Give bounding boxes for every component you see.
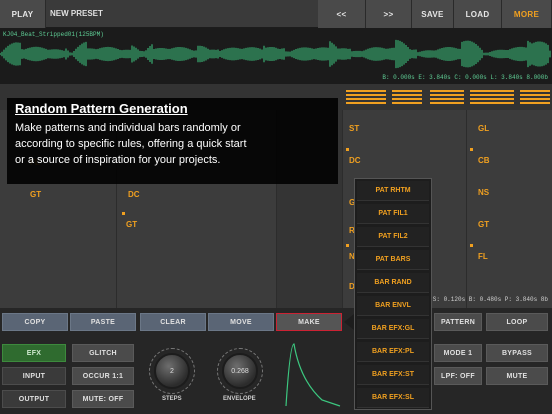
- pattern-button[interactable]: PATTERN: [434, 313, 482, 331]
- cell-marker: [346, 148, 349, 151]
- save-button[interactable]: SAVE: [412, 0, 454, 28]
- make-popup-menu: PAT RHTM PAT FIL1 PAT FIL2 PAT BARS BAR …: [354, 178, 432, 410]
- occur-button[interactable]: OCCUR 1:1: [72, 367, 134, 385]
- prev-preset-button[interactable]: <<: [318, 0, 366, 28]
- load-button[interactable]: LOAD: [454, 0, 502, 28]
- top-toolbar: PLAY NEW PRESET << >> SAVE LOAD MORE: [0, 0, 552, 28]
- glitch-button[interactable]: GLITCH: [72, 344, 134, 362]
- step-block[interactable]: [470, 90, 514, 104]
- mode-button[interactable]: MODE 1: [434, 344, 482, 362]
- cell-marker: [122, 212, 125, 215]
- grid-cell-label[interactable]: GT: [30, 190, 41, 199]
- mute-button[interactable]: MUTE: [486, 367, 548, 385]
- steps-label: STEPS: [162, 396, 182, 402]
- envelope-knob[interactable]: 0.268: [222, 353, 258, 389]
- grid-cell-label[interactable]: CB: [478, 156, 490, 165]
- callout-line: according to specific rules, offering a …: [15, 138, 247, 150]
- step-block[interactable]: [430, 90, 464, 104]
- callout-title: Random Pattern Generation: [15, 101, 188, 116]
- waveform-markers: B: 0.000s E: 3.840s C: 0.000s L: 3.840s …: [382, 74, 548, 81]
- cell-marker: [470, 244, 473, 247]
- menu-item-bar-efx-sl[interactable]: BAR EFX:SL: [357, 388, 429, 408]
- grid-column: [466, 110, 552, 308]
- more-button[interactable]: MORE: [502, 0, 552, 28]
- menu-item-pat-bars[interactable]: PAT BARS: [357, 250, 429, 270]
- sample-file-label: KJ04_Beat_Stripped01(125BPM): [3, 31, 104, 38]
- waveform-graphic: [0, 39, 551, 69]
- feature-callout: Random Pattern Generation Make patterns …: [7, 98, 338, 184]
- grid-cell-label[interactable]: GT: [126, 220, 137, 229]
- menu-pointer: [344, 314, 354, 330]
- grid-cell-label[interactable]: NS: [478, 188, 489, 197]
- menu-item-bar-envl[interactable]: BAR ENVL: [357, 296, 429, 316]
- grid-cell-label[interactable]: GL: [478, 124, 489, 133]
- playback-info: S: 0.120s B: 0.480s P: 3.840s 8b: [432, 296, 548, 303]
- loop-button[interactable]: LOOP: [486, 313, 548, 331]
- grid-cell-label[interactable]: FL: [478, 252, 488, 261]
- menu-item-pat-fil2[interactable]: PAT FIL2: [357, 227, 429, 247]
- lpf-button[interactable]: LPF: OFF: [434, 367, 482, 385]
- paste-button[interactable]: PASTE: [70, 313, 136, 331]
- envelope-curve: [285, 343, 341, 407]
- waveform-display[interactable]: KJ04_Beat_Stripped01(125BPM) B: 0.000s E…: [0, 28, 552, 84]
- steps-knob[interactable]: 2: [154, 353, 190, 389]
- cell-marker: [346, 244, 349, 247]
- next-preset-button[interactable]: >>: [366, 0, 412, 28]
- play-button[interactable]: PLAY: [0, 0, 46, 28]
- preset-name[interactable]: NEW PRESET: [50, 0, 103, 28]
- output-tab[interactable]: OUTPUT: [2, 390, 66, 408]
- control-panel: COPY PASTE CLEAR MOVE MAKE PATTERN LOOP …: [0, 308, 552, 414]
- clear-button[interactable]: CLEAR: [140, 313, 206, 331]
- envelope-label: ENVELOPE: [223, 396, 256, 402]
- callout-line: or a source of inspiration for your proj…: [15, 154, 221, 166]
- menu-item-bar-efx-gl[interactable]: BAR EFX:GL: [357, 319, 429, 339]
- efx-tab[interactable]: EFX: [2, 344, 66, 362]
- menu-item-pat-rhtm[interactable]: PAT RHTM: [357, 181, 429, 201]
- copy-button[interactable]: COPY: [2, 313, 68, 331]
- step-block[interactable]: [392, 90, 422, 104]
- move-button[interactable]: MOVE: [208, 313, 274, 331]
- grid-cell-label[interactable]: DC: [128, 190, 140, 199]
- menu-item-bar-efx-st[interactable]: BAR EFX:ST: [357, 365, 429, 385]
- make-button[interactable]: MAKE: [276, 313, 342, 331]
- menu-item-bar-rand[interactable]: BAR RAND: [357, 273, 429, 293]
- cell-marker: [470, 148, 473, 151]
- grid-cell-label[interactable]: DC: [349, 156, 361, 165]
- input-tab[interactable]: INPUT: [2, 367, 66, 385]
- callout-line: Make patterns and individual bars random…: [15, 122, 241, 134]
- grid-cell-label[interactable]: GT: [478, 220, 489, 229]
- step-block[interactable]: [346, 90, 386, 104]
- menu-item-pat-fil1[interactable]: PAT FIL1: [357, 204, 429, 224]
- step-block[interactable]: [520, 90, 550, 104]
- menu-item-bar-efx-pl[interactable]: BAR EFX:PL: [357, 342, 429, 362]
- bypass-button[interactable]: BYPASS: [486, 344, 548, 362]
- mute-toggle-button[interactable]: MUTE: OFF: [72, 390, 134, 408]
- grid-cell-label[interactable]: ST: [349, 124, 359, 133]
- callout-body: Make patterns and individual bars random…: [15, 120, 330, 168]
